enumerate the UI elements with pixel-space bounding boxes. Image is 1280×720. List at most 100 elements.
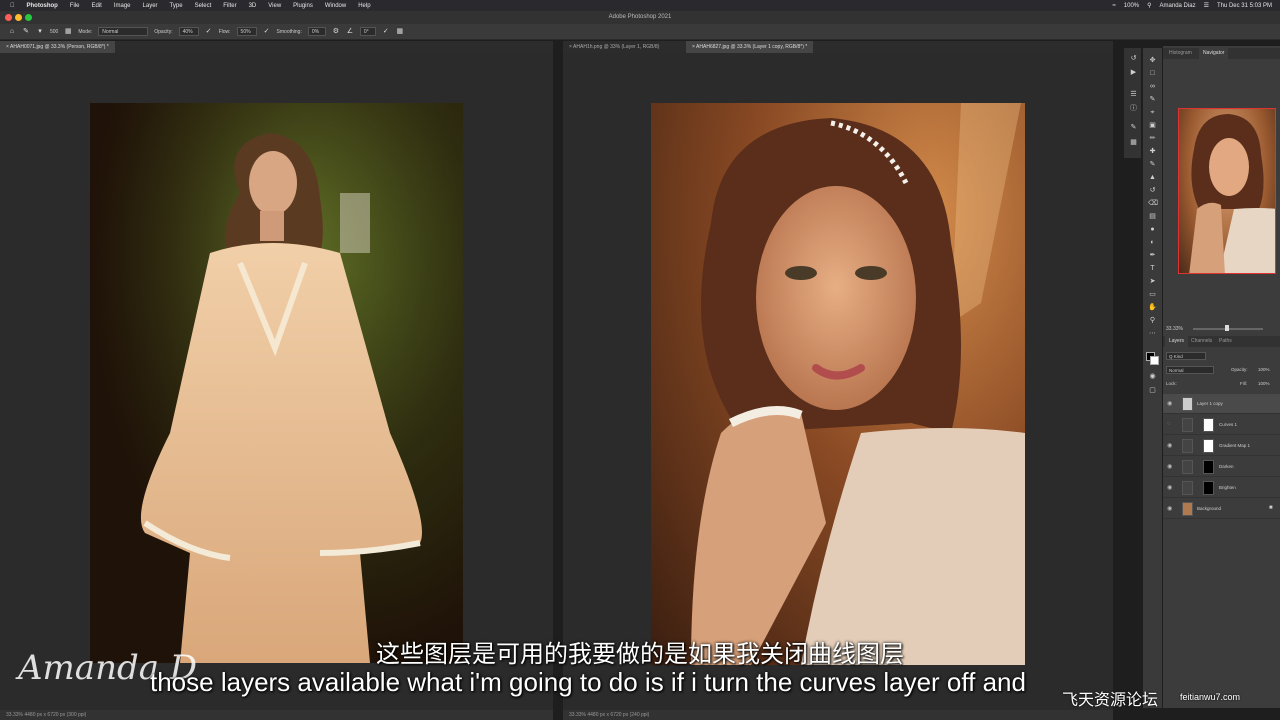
stamp-tool-icon[interactable]: ▲ <box>1148 173 1157 182</box>
tab-label: AHAH6827.jpg @ 33.3% (Layer 1 copy, RGB/… <box>696 44 808 50</box>
smoothing-field[interactable]: 0% <box>307 27 326 36</box>
menu-view[interactable]: View <box>268 3 281 9</box>
tab-channels[interactable]: Channels <box>1187 336 1216 347</box>
tab-histogram[interactable]: Histogram <box>1165 48 1196 59</box>
tab-navigator[interactable]: Navigator <box>1199 48 1229 59</box>
home-icon[interactable]: ⌂ <box>8 28 16 36</box>
shape-tool-icon[interactable]: ▭ <box>1148 290 1157 299</box>
tab-document-2[interactable]: × AHAH6827.jpg @ 33.3% (Layer 1 copy, RG… <box>686 41 814 53</box>
layer-row-darken[interactable]: ◉ Darken <box>1163 457 1280 477</box>
path-select-icon[interactable]: ➤ <box>1148 277 1157 286</box>
user-name[interactable]: Amanda Diaz <box>1160 3 1196 9</box>
visibility-eye-icon[interactable]: ◉ <box>1167 463 1172 470</box>
marquee-tool-icon[interactable]: □ <box>1148 69 1157 78</box>
opacity-field[interactable]: 40% <box>178 27 199 36</box>
angle-field[interactable]: 0° <box>359 27 376 36</box>
apple-menu-icon[interactable]:  <box>10 3 15 9</box>
background-color-swatch[interactable] <box>1150 356 1159 365</box>
history-icon[interactable]: ↺ <box>1129 54 1138 63</box>
eraser-icon[interactable]: ⌫ <box>1148 199 1158 208</box>
close-window-icon[interactable] <box>5 14 12 21</box>
type-tool-icon[interactable]: T <box>1148 264 1157 273</box>
symmetry-icon[interactable]: ▦ <box>396 28 404 36</box>
tab-layers[interactable]: Layers <box>1165 336 1189 347</box>
menu-type[interactable]: Type <box>170 3 183 9</box>
menu-app-name[interactable]: Photoshop <box>27 3 58 9</box>
layer-row-brighten[interactable]: ◉ Brighten <box>1163 478 1280 498</box>
zoom-tool-icon[interactable]: ⚲ <box>1148 316 1157 325</box>
gear-icon[interactable]: ⚙ <box>332 28 340 36</box>
quick-mask-icon[interactable]: ◉ <box>1148 372 1157 381</box>
brush-settings-icon[interactable]: ▦ <box>64 28 72 36</box>
flow-field[interactable]: 50% <box>236 27 257 36</box>
tab-paths[interactable]: Paths <box>1215 336 1236 347</box>
menu-select[interactable]: Select <box>195 3 212 9</box>
lasso-tool-icon[interactable]: ∞ <box>1148 82 1157 91</box>
menu-file[interactable]: File <box>70 3 80 9</box>
lock-icon[interactable]: ■ <box>1269 505 1273 511</box>
chevron-down-icon[interactable]: ▾ <box>36 28 44 36</box>
hand-tool-icon[interactable]: ✋ <box>1148 303 1157 312</box>
menu-layer[interactable]: Layer <box>143 3 158 9</box>
visibility-eye-icon[interactable]: ○ <box>1167 421 1171 427</box>
visibility-eye-icon[interactable]: ◉ <box>1167 505 1172 512</box>
tab-document-1[interactable]: × AHAH1h.png @ 33% (Layer 1, RGB/8) <box>563 41 665 53</box>
properties-icon[interactable]: ☰ <box>1129 90 1138 99</box>
brush-tool-icon[interactable]: ✎ <box>1148 160 1157 169</box>
layer-opacity-value[interactable]: 100% <box>1258 367 1270 372</box>
tab-left-document[interactable]: × AHAH0071.jpg @ 33.3% (Person, RGB/8*) … <box>0 41 115 53</box>
menu-help[interactable]: Help <box>358 3 370 9</box>
gradient-tool-icon[interactable]: ▤ <box>1148 212 1157 221</box>
frame-tool-icon[interactable]: ▣ <box>1148 121 1157 130</box>
control-center-icon[interactable]: ☰ <box>1204 2 1209 9</box>
battery-level[interactable]: 100% <box>1124 3 1139 9</box>
layer-row-gradient-map-1[interactable]: ◉ Gradient Map 1 <box>1163 436 1280 456</box>
zoom-slider-thumb[interactable] <box>1225 325 1229 331</box>
menu-window[interactable]: Window <box>325 3 346 9</box>
menu-filter[interactable]: Filter <box>223 3 236 9</box>
clone-source-icon[interactable]: ▦ <box>1129 138 1138 147</box>
menu-plugins[interactable]: Plugins <box>293 3 313 9</box>
layer-row-background[interactable]: ◉ Background ■ <box>1163 499 1280 519</box>
pen-tool-icon[interactable]: ✒ <box>1148 251 1157 260</box>
airbrush-icon[interactable]: ✓ <box>263 28 271 36</box>
visibility-eye-icon[interactable]: ◉ <box>1167 442 1172 449</box>
wifi-icon[interactable]: ≈ <box>1112 3 1115 9</box>
eyedropper-icon[interactable]: ✏ <box>1148 134 1157 143</box>
clock[interactable]: Thu Dec 31 5:03 PM <box>1217 3 1272 9</box>
layer-filter-kind[interactable]: Q Kind <box>1166 352 1206 360</box>
navigator-preview[interactable] <box>1178 108 1276 274</box>
layer-row-curves-1[interactable]: ○ Curves 1 <box>1163 415 1280 435</box>
history-brush-icon[interactable]: ↺ <box>1148 186 1157 195</box>
right-document-tabbar: × AHAH1h.png @ 33% (Layer 1, RGB/8) × AH… <box>563 41 1113 53</box>
dodge-tool-icon[interactable]: ◐ <box>1148 238 1157 247</box>
brush-settings-icon[interactable]: ✎ <box>1129 123 1138 132</box>
visibility-eye-icon[interactable]: ◉ <box>1167 400 1172 407</box>
visibility-eye-icon[interactable]: ◉ <box>1167 484 1172 491</box>
move-tool-icon[interactable]: ✥ <box>1148 56 1157 65</box>
more-tools-icon[interactable]: ⋯ <box>1148 329 1157 338</box>
navigator-zoom[interactable]: 33.33% <box>1166 326 1183 332</box>
pressure-size-icon[interactable]: ✓ <box>382 28 390 36</box>
zoom-window-icon[interactable] <box>25 14 32 21</box>
menu-3d[interactable]: 3D <box>249 3 257 9</box>
menu-edit[interactable]: Edit <box>92 3 102 9</box>
crop-tool-icon[interactable]: ⌖ <box>1148 108 1157 117</box>
menu-image[interactable]: Image <box>114 3 131 9</box>
pressure-opacity-icon[interactable]: ✓ <box>205 28 213 36</box>
search-icon[interactable]: ⚲ <box>1147 2 1151 9</box>
brush-size[interactable]: 500 <box>50 29 58 35</box>
brush-tool-icon[interactable]: ✎ <box>22 28 30 36</box>
mode-select[interactable]: Normal <box>98 27 149 36</box>
adjustment-icon <box>1182 481 1193 495</box>
fill-value[interactable]: 100% <box>1258 381 1270 386</box>
play-action-icon[interactable]: ▶ <box>1129 68 1138 77</box>
blend-mode-select[interactable]: Normal <box>1166 366 1214 374</box>
screen-mode-icon[interactable]: ▢ <box>1148 386 1157 395</box>
layer-row-layer-1-copy[interactable]: ◉ Layer 1 copy <box>1163 394 1280 414</box>
quick-select-icon[interactable]: ✎ <box>1148 95 1157 104</box>
info-icon[interactable]: ⓘ <box>1129 104 1138 113</box>
minimize-window-icon[interactable] <box>15 14 22 21</box>
healing-brush-icon[interactable]: ✚ <box>1148 147 1157 156</box>
blur-tool-icon[interactable]: ● <box>1148 225 1157 234</box>
